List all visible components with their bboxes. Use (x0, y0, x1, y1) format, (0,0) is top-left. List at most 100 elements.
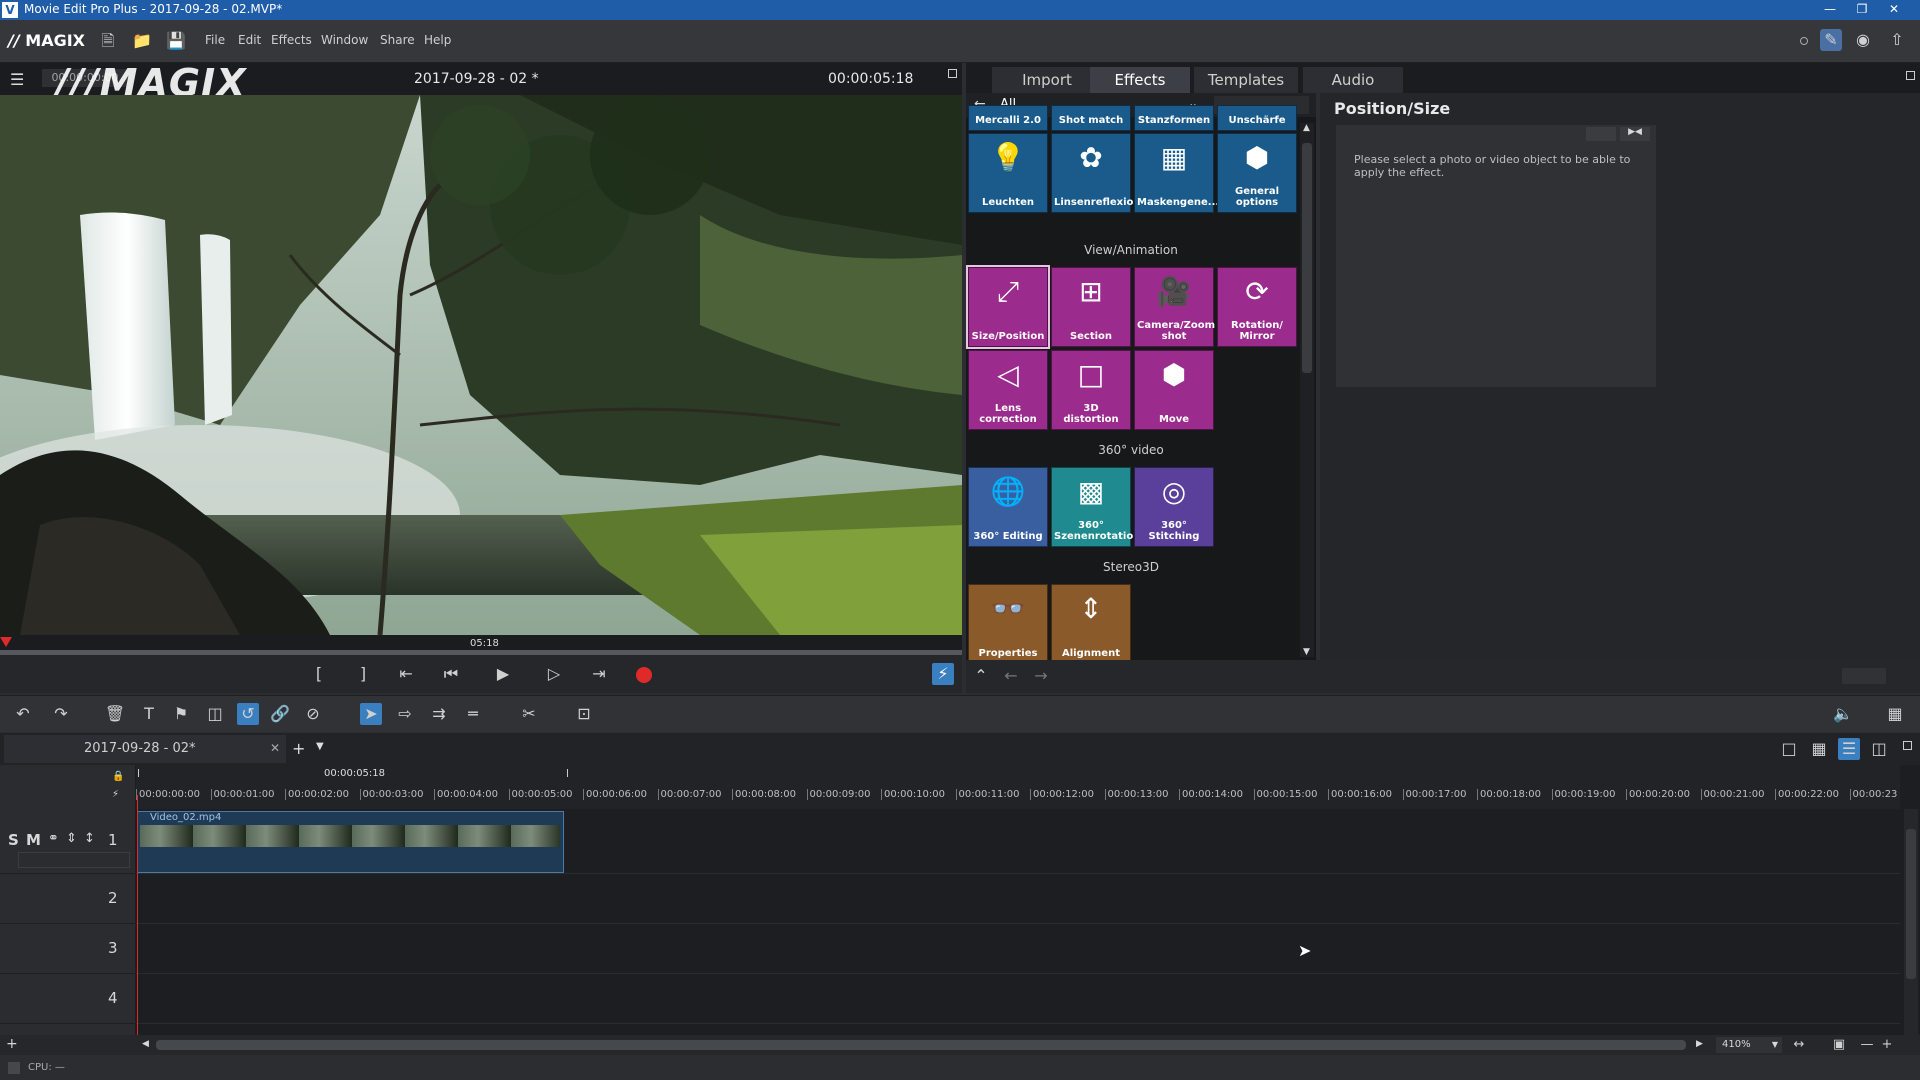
marker-flag-icon[interactable]: ⚑ (170, 703, 192, 725)
set-out-icon[interactable]: ] (352, 663, 374, 685)
volume-icon[interactable]: 🔈 (1832, 703, 1854, 725)
set-in-icon[interactable]: [ (308, 663, 330, 685)
go-to-end-icon[interactable]: ⇥ (588, 663, 610, 685)
close-button[interactable]: ✕ (1880, 0, 1908, 18)
go-to-start-icon[interactable]: ⇤ (395, 663, 417, 685)
zoom-select[interactable]: 410% ▼ (1716, 1037, 1782, 1053)
menu-file[interactable]: File (205, 33, 225, 47)
effect-tile-size-position[interactable]: ⤢ Size/Position (966, 265, 1050, 349)
fit-screen-icon[interactable]: ▣ (1828, 1034, 1850, 1056)
collapse-up-icon[interactable]: ⌃ (970, 665, 992, 687)
timeline-vscroll[interactable] (1904, 809, 1918, 1043)
effect-tile-3d-distortion[interactable]: □ 3D distortion (1051, 350, 1131, 430)
play-range-icon[interactable]: ▷ (543, 663, 565, 685)
tab-dropdown-icon[interactable]: ▼ (316, 741, 324, 752)
playhead-marker[interactable] (0, 637, 12, 647)
range-select-icon[interactable]: ⇨ (394, 703, 416, 725)
menu-edit[interactable]: Edit (238, 33, 261, 47)
magnet-icon[interactable]: ⚡ (112, 789, 119, 800)
maximize-timeline-icon[interactable] (1903, 741, 1912, 750)
scroll-thumb[interactable] (1302, 143, 1312, 373)
menu-share[interactable]: Share (380, 33, 415, 47)
scroll-down-icon[interactable]: ▼ (1303, 647, 1310, 657)
scissors-icon[interactable]: ✂ (518, 703, 540, 725)
maximize-preview-icon[interactable] (948, 69, 957, 78)
zoom-out-icon[interactable]: — (1856, 1034, 1878, 1056)
view-storyboard-icon[interactable]: ▦ (1808, 738, 1830, 760)
save-icon[interactable]: 💾 (165, 30, 187, 52)
effect-tile-lens-correction[interactable]: ◁ Lens correction (968, 350, 1048, 430)
scroll-right-icon[interactable]: ▶ (1696, 1039, 1703, 1049)
effect-tile-shot-match[interactable]: Shot match (1051, 105, 1131, 131)
ai-assistant-icon[interactable]: ✎ (1820, 29, 1842, 51)
track-volume-slider[interactable] (18, 852, 130, 868)
expand-icon[interactable]: ▶◀ (1620, 127, 1650, 141)
track-collapse-icon[interactable]: ↕ (84, 831, 95, 846)
preset-dropdown[interactable] (1586, 127, 1616, 141)
redo-icon[interactable]: ↷ (50, 703, 72, 725)
video-preview[interactable] (0, 95, 962, 635)
pointer-icon[interactable]: ➤ (360, 703, 382, 725)
effect-tile-maskengenerator[interactable]: ▦ Maskengene... (1134, 133, 1219, 213)
previous-marker-icon[interactable]: ⏮ (440, 663, 462, 685)
effect-tile-general-options[interactable]: ⬢ General options (1217, 133, 1297, 213)
new-file-icon[interactable]: 🗎 (97, 30, 119, 52)
upload-icon[interactable]: ⇧ (1886, 29, 1908, 51)
track-lock-icon[interactable]: ⚭ (48, 831, 59, 846)
record-icon[interactable] (636, 667, 652, 683)
export-frame-icon[interactable]: ⊡ (573, 703, 595, 725)
scroll-up-icon[interactable]: ▲ (1303, 123, 1310, 133)
view-single-icon[interactable]: □ (1778, 738, 1800, 760)
effect-tile-rotation-mirror[interactable]: ⟳ Rotation/ Mirror (1217, 267, 1297, 347)
timeline-vscroll-thumb[interactable] (1906, 829, 1916, 979)
effect-tile-linsenreflexion[interactable]: ✿ Linsenreflexion (1051, 133, 1141, 213)
preview-position-ruler[interactable]: 05:18 (0, 635, 962, 655)
maximize-panel-icon[interactable] (1906, 71, 1915, 80)
tab-audio[interactable]: Audio (1303, 67, 1403, 93)
effect-tile-leuchten[interactable]: 💡 Leuchten (968, 133, 1048, 213)
effect-tile-move[interactable]: ⬢ Move (1134, 350, 1214, 430)
track-row-2[interactable] (136, 873, 1900, 924)
minimize-button[interactable]: — (1816, 0, 1844, 18)
effect-tile-unschaerfe[interactable]: Unschärfe (1217, 105, 1297, 131)
split-icon[interactable]: ◫ (204, 703, 226, 725)
restore-button[interactable]: ❐ (1848, 0, 1876, 18)
effect-tile-360-stitching[interactable]: ◎ 360° Stitching (1134, 467, 1214, 547)
stretch-icon[interactable]: ═ (462, 703, 484, 725)
nav-back-icon[interactable]: ← (1000, 665, 1022, 687)
lightning-icon[interactable]: ⚡ (932, 663, 954, 685)
delete-icon[interactable]: 🗑 (104, 703, 126, 725)
effect-tile-camera-zoom[interactable]: 🎥 Camera/Zoom shot (1134, 267, 1215, 347)
ripple-icon[interactable]: ↺ (237, 703, 259, 725)
open-folder-icon[interactable]: 📁 (131, 30, 153, 52)
effect-tile-360-editing[interactable]: 🌐 360° Editing (968, 467, 1048, 547)
tab-effects[interactable]: Effects (1090, 67, 1190, 93)
nav-forward-icon[interactable]: → (1030, 665, 1052, 687)
undo-icon[interactable]: ↶ (12, 703, 34, 725)
effects-scrollbar[interactable]: ▲ ▼ (1300, 123, 1314, 657)
scroll-left-icon[interactable]: ◀ (142, 1039, 149, 1049)
play-icon[interactable]: ▶ (492, 663, 514, 685)
tab-import[interactable]: Import (992, 67, 1102, 93)
timeline-hscroll-thumb[interactable] (156, 1040, 1686, 1050)
effect-tile-section[interactable]: ⊞ Section (1051, 267, 1131, 347)
video-clip[interactable]: Video_02.mp4 (137, 811, 564, 873)
effect-tile-stanzformen[interactable]: Stanzformen (1134, 105, 1214, 131)
timeline-area[interactable]: 00:00:05:18 00:00:00:00 00:00:01:00 00:00:… (0, 765, 1920, 1043)
tab-project[interactable]: 2017-09-28 - 02* ✕ (4, 735, 286, 763)
fit-width-icon[interactable]: ↔ (1788, 1034, 1810, 1056)
view-multicam-icon[interactable]: ◫ (1868, 738, 1890, 760)
mixer-icon[interactable]: ▦ (1884, 703, 1906, 725)
menu-window[interactable]: Window (321, 33, 368, 47)
unlink-icon[interactable]: ⊘ (302, 703, 324, 725)
footer-field[interactable] (1842, 668, 1886, 684)
menu-help[interactable]: Help (424, 33, 451, 47)
zoom-in-icon[interactable]: + (1876, 1034, 1898, 1056)
lock-icon[interactable]: 🔒 (112, 771, 124, 782)
link-icon[interactable]: 🔗 (269, 703, 291, 725)
timeline-playhead[interactable] (137, 795, 138, 1043)
add-track-icon[interactable]: + (6, 1036, 18, 1052)
mute-button[interactable]: M (26, 831, 41, 849)
text-icon[interactable]: T (138, 703, 160, 725)
track-expand-icon[interactable]: ⇕ (66, 831, 77, 846)
